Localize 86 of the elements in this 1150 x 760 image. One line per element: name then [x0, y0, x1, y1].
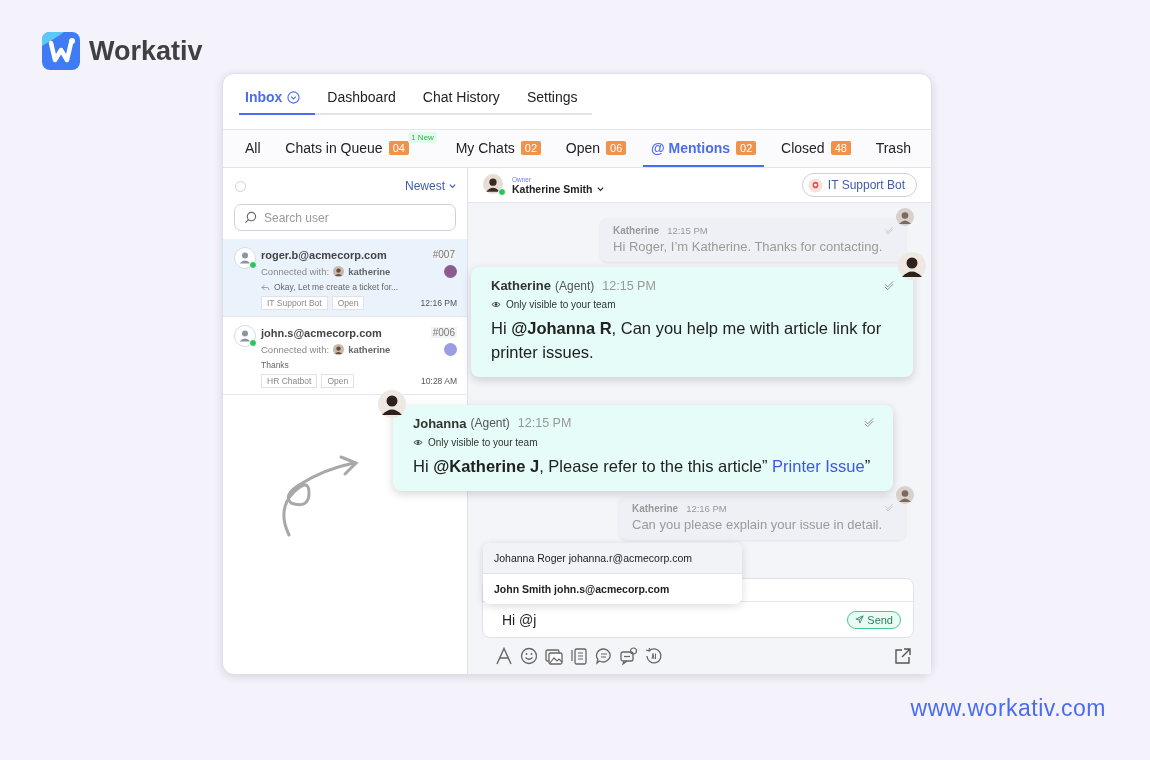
message-text: Hi @Katherine J, Please refer to the this article” Printer Issue” — [413, 455, 872, 477]
message-time: 12:15 PM — [602, 278, 656, 293]
conversation-tag: HR Chatbot — [261, 373, 318, 388]
sender-name: Katherine — [613, 225, 660, 236]
conversation-tag: IT Support Bot — [261, 295, 328, 310]
nav-tab[interactable]: Dashboard — [321, 89, 411, 115]
nav-tab[interactable]: Inbox — [239, 89, 316, 115]
sender-role: (Agent) — [554, 278, 595, 293]
eye-icon — [491, 301, 501, 308]
document-icon[interactable] — [570, 647, 588, 665]
conversation-tag: Open — [321, 373, 355, 388]
send-button[interactable]: Send — [847, 610, 901, 629]
filter-tab[interactable]: My Chats 02 — [447, 130, 549, 167]
sort-dropdown[interactable]: Newest — [405, 179, 457, 193]
filter-tab[interactable]: Closed 48 — [773, 130, 859, 167]
emoji-icon[interactable] — [520, 647, 538, 665]
caret-icon[interactable] — [595, 185, 605, 192]
message-text: Hi @Johanna R, Can you help me with article link for printer issues. — [491, 318, 883, 363]
filter-tab[interactable]: @ Mentions 02 — [643, 130, 765, 167]
ticket-number: #007 — [430, 249, 457, 260]
filter-tab[interactable]: Chats in Queue 04 1 New — [277, 130, 439, 167]
owner-avatar-icon — [483, 174, 503, 194]
sender-name: Katherine — [491, 278, 551, 293]
search-icon — [244, 211, 257, 224]
filter-tab[interactable]: All — [237, 130, 269, 167]
article-link[interactable]: Printer Issue — [772, 456, 865, 475]
message-time: 12:15 PM — [667, 225, 708, 236]
conversation-tag: Open — [331, 295, 365, 310]
owner-dropdown[interactable]: Katherine Smith — [512, 182, 605, 195]
agent-avatar-icon — [333, 344, 345, 355]
mention-option[interactable]: John Smith john.s@acmecorp.com — [483, 574, 742, 604]
sender-role: (Agent) — [470, 416, 510, 431]
brand-name: Workativ — [89, 35, 203, 67]
sender-name: Katherine — [632, 502, 679, 514]
user-avatar-icon — [234, 247, 256, 269]
read-ticks-icon — [885, 226, 894, 235]
nav-tab[interactable]: Chat History — [416, 89, 515, 115]
logo-icon — [42, 32, 80, 70]
agent-avatar-icon — [333, 266, 345, 277]
search-field[interactable]: Search user — [234, 204, 456, 231]
user-email: roger.b@acmecorp.com — [261, 248, 388, 261]
paper-plane-icon — [855, 615, 865, 624]
user-avatar-icon — [234, 325, 256, 347]
message-input[interactable]: Hi @j — [500, 610, 704, 629]
message-preview: Okay, Let me create a ticket for... — [274, 282, 399, 292]
text-format-icon[interactable] — [495, 647, 513, 665]
image-icon[interactable] — [545, 647, 563, 665]
website-url[interactable]: www.workativ.com — [910, 695, 1106, 722]
nav-tab[interactable]: Settings — [520, 89, 593, 115]
sender-avatar-icon — [898, 252, 926, 280]
visibility-note: Only visible to your team — [506, 299, 616, 310]
message-time: 12:15 PM — [517, 416, 572, 431]
conversation-item[interactable]: roger.b@acmecorp.com #007 Connected with: katherine Okay, Let me create a ticket for... IT Support Bot Open 12:16 PM — [223, 239, 467, 317]
connected-label: Connected with: — [261, 344, 330, 355]
visibility-note: Only visible to your team — [428, 436, 538, 448]
agent-name: katherine — [348, 344, 392, 355]
read-ticks-icon — [885, 504, 894, 513]
read-ticks-icon — [864, 418, 875, 429]
read-ticks-icon — [884, 280, 895, 291]
refresh-icon[interactable] — [645, 647, 663, 665]
sender-avatar-icon — [896, 208, 914, 226]
ticket-number: #006 — [430, 327, 457, 338]
mention-option[interactable]: Johanna Roger johanna.r@acmecorp.com — [483, 543, 742, 574]
external-link-icon[interactable] — [894, 647, 912, 665]
sender-name: Johanna — [413, 415, 467, 431]
filter-tab[interactable]: Open 06 — [557, 130, 635, 167]
bot-button[interactable]: IT Support Bot — [801, 173, 917, 197]
message-time: 10:28 AM — [421, 375, 457, 386]
robot-icon — [807, 177, 823, 193]
connected-label: Connected with: — [261, 266, 330, 277]
message-time: 12:16 PM — [686, 502, 727, 514]
message-text: Can you please explain your issue in detail. — [632, 516, 884, 532]
sender-avatar-icon — [378, 389, 406, 418]
chevron-circle-icon[interactable] — [287, 90, 301, 104]
new-badge: 1 New — [408, 132, 437, 143]
eye-icon — [413, 438, 423, 446]
conversation-item[interactable]: john.s@acmecorp.com #006 Connected with: katherine Thanks HR Chatbot Open 10:28 AM — [223, 317, 467, 395]
chat-bubbles-icon[interactable] — [620, 647, 638, 665]
sender-avatar-icon — [896, 485, 914, 504]
message-text: Hi Roger, I’m Katherine. Thanks for contacting. — [613, 239, 884, 254]
agent-name: katherine — [348, 266, 392, 277]
chat-bubble-icon[interactable] — [595, 647, 613, 665]
message-time: 12:16 PM — [420, 297, 457, 308]
user-email: john.s@acmecorp.com — [261, 326, 383, 339]
message-preview: Thanks — [261, 360, 289, 370]
filter-tab[interactable]: Trash — [867, 130, 919, 167]
